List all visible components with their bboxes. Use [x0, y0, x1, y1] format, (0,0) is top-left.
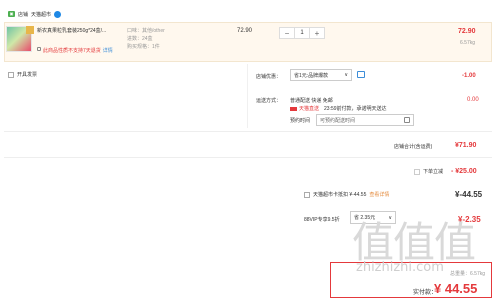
return-note: 此商品性质不支持7天退货 详情 [37, 47, 113, 54]
calendar-icon[interactable] [404, 117, 410, 123]
shop-header: ▣ 店铺 天猫超市 [8, 9, 62, 19]
order-discount-value: - ¥25.00 [451, 168, 477, 175]
card-offer-row: 天猫超市卡抵扣 ¥-44.55 查看详情 [304, 191, 389, 198]
promo-select[interactable]: 省1元:品牌爆款 ∨ [290, 69, 352, 81]
chevron-down-icon: ∨ [344, 72, 348, 78]
shop-total-label: 店铺合计(含运费) [394, 144, 433, 150]
card-offer-link[interactable]: 查看详情 [369, 191, 389, 198]
shop-total-value: ¥71.90 [455, 142, 477, 149]
invoice-label: 开具发票 [17, 72, 38, 78]
item-prop-count: 进数：24盒 [127, 36, 153, 42]
order-discount-row: 下单立减 [414, 168, 443, 175]
delivery-eta-text: 23:59前付款，承诺明天送达 [324, 106, 387, 112]
shop-label: 店铺 [18, 11, 29, 18]
item-prop-spec: 购买规格：1件 [127, 44, 160, 50]
delivery-truck-icon [290, 106, 297, 111]
total-weight: 总重量：6.57kg [450, 271, 486, 277]
tmall-badge-icon [54, 10, 62, 18]
quantity-minus-button[interactable]: − [280, 28, 294, 38]
card-offer-checkbox[interactable] [304, 191, 310, 198]
delivery-time-select[interactable]: 可预约配送时间 [316, 114, 414, 126]
divider [4, 131, 492, 132]
watermark-url: zhizhizhi.com [356, 260, 444, 275]
card-offer-value: ¥-44.55 [455, 190, 483, 199]
promo-label: 店铺优惠： [256, 74, 282, 80]
delivery-tag: 天猫直送 [299, 106, 320, 112]
card-offer-label: 天猫超市卡抵扣 ¥-44.55 [313, 192, 367, 198]
delivery-amount: 0.00 [467, 97, 479, 103]
pane-divider [247, 64, 248, 128]
item-weight: 6.57kg [460, 40, 476, 46]
shop-name[interactable]: 天猫超市 [31, 11, 51, 18]
order-discount-checkbox[interactable] [414, 168, 420, 175]
invoice-option[interactable]: 开具发票 [8, 71, 37, 78]
product-thumbnail-badge [26, 26, 34, 34]
item-prop-flavor: 口味：其他/other [127, 28, 165, 34]
promo-amount: -1.00 [462, 73, 476, 79]
quantity-stepper[interactable]: − 1 + [279, 27, 325, 39]
unit-price: 72.90 [237, 28, 253, 34]
divider [4, 157, 492, 158]
order-discount-label: 下单立减 [423, 169, 444, 175]
delivery-method: 普通配送 快递 免邮 [290, 98, 333, 104]
quantity-plus-button[interactable]: + [310, 28, 324, 38]
delivery-eta: 天猫直送 23:59前付款，承诺明天送达 [290, 105, 387, 112]
info-icon [37, 47, 41, 51]
paid-value: ¥ 44.55 [434, 281, 478, 296]
vip-label: 88VIP专享9.5折 [304, 217, 340, 223]
item-total: 72.90 [458, 28, 476, 35]
item-title[interactable]: 新农真果粒乳套装250g*24盒/... [37, 27, 122, 34]
chat-icon[interactable] [357, 71, 365, 78]
delivery-time-label: 预约时间 [290, 118, 311, 124]
return-note-link[interactable]: 详情 [103, 47, 113, 54]
invoice-checkbox[interactable] [8, 71, 14, 78]
shop-icon: ▣ [8, 11, 15, 17]
quantity-value[interactable]: 1 [294, 28, 310, 38]
delivery-label: 运送方式： [256, 98, 282, 104]
